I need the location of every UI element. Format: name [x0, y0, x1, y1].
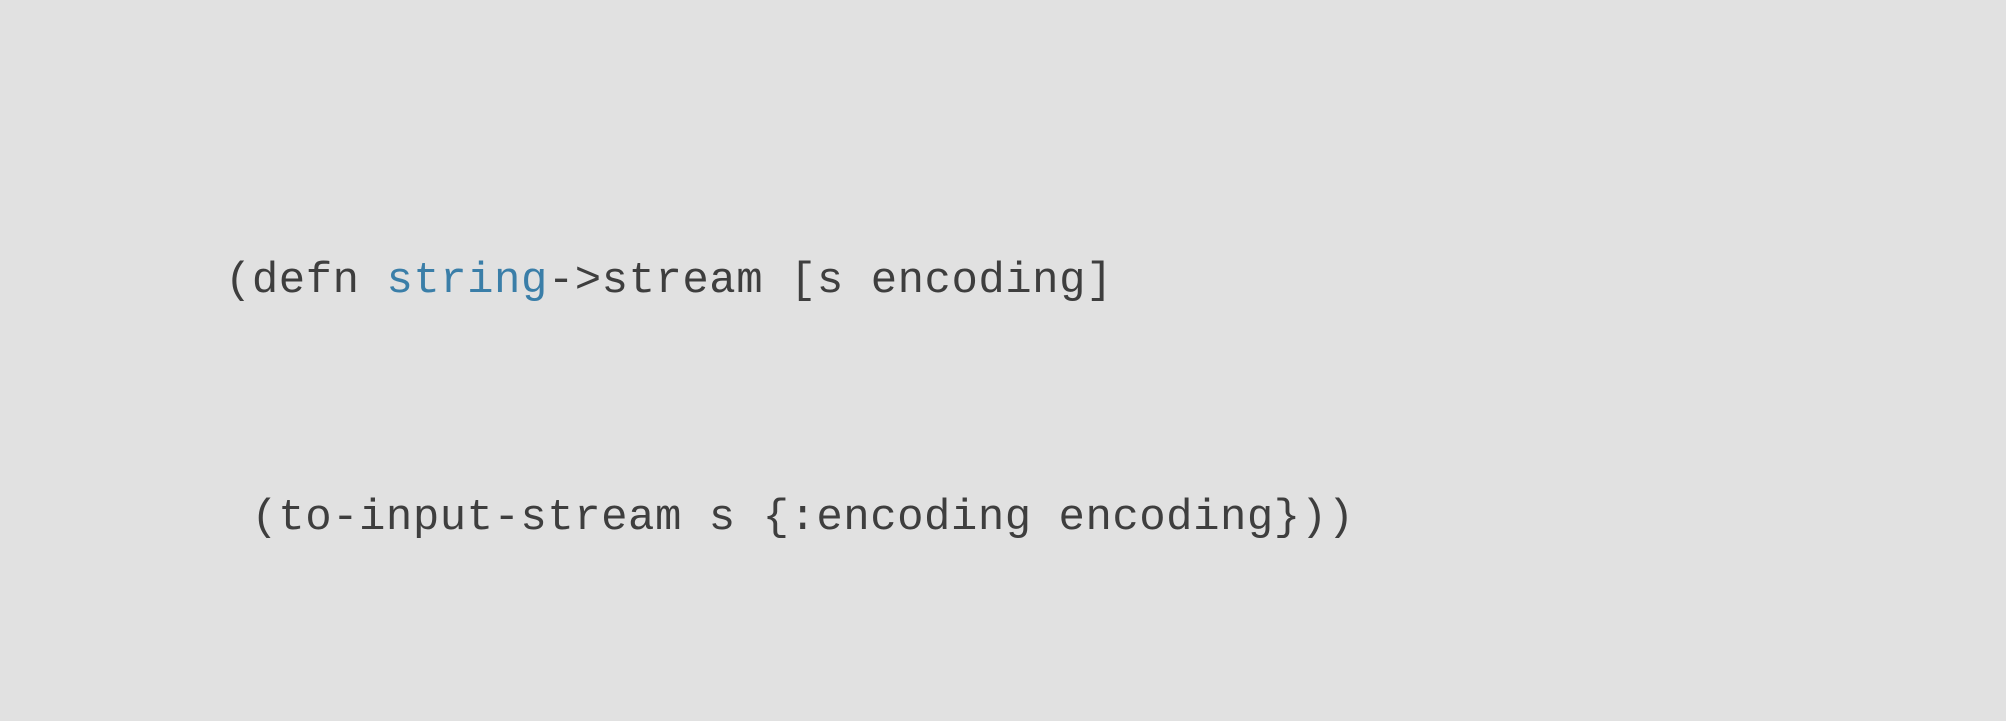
close-paren: )	[1301, 493, 1328, 543]
open-bracket: [	[790, 256, 817, 306]
encoding-val: encoding	[1059, 493, 1274, 543]
to-input-stream-call: to-input-stream	[278, 493, 682, 543]
encoding-key: :encoding	[790, 493, 1032, 543]
open-paren: (	[251, 493, 278, 543]
param-s: s	[817, 256, 844, 306]
open-paren: (	[225, 256, 252, 306]
arg-s: s	[709, 493, 736, 543]
open-brace: {	[763, 493, 790, 543]
param-encoding: encoding	[871, 256, 1086, 306]
space	[763, 256, 790, 306]
code-snippet: (defn string->stream [s encoding] (to-in…	[225, 83, 1355, 637]
arrow-suffix: ->stream	[548, 256, 763, 306]
close-bracket: ]	[1086, 256, 1113, 306]
code-line-1: (defn string->stream [s encoding]	[225, 242, 1355, 321]
space	[360, 256, 387, 306]
space	[736, 493, 763, 543]
defn-keyword: defn	[252, 256, 360, 306]
close-brace: }	[1274, 493, 1301, 543]
space	[1032, 493, 1059, 543]
space	[682, 493, 709, 543]
space	[844, 256, 871, 306]
close-paren: )	[1328, 493, 1355, 543]
code-line-2: (to-input-stream s {:encoding encoding})…	[225, 479, 1355, 558]
function-name: string	[386, 256, 547, 306]
